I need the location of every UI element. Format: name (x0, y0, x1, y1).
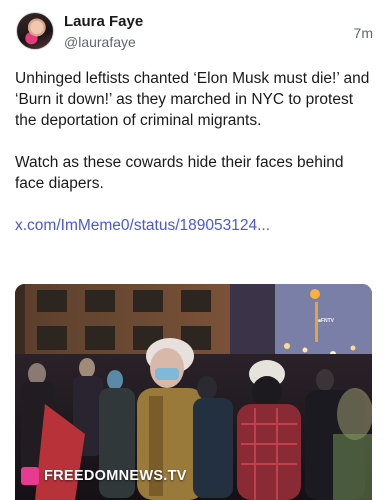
post-header: Laura Faye @laurafaye 7m (16, 12, 373, 56)
post-card: Laura Faye @laurafaye 7m Unhinged leftis… (0, 0, 389, 500)
post-timestamp[interactable]: 7m (354, 25, 373, 41)
post-link[interactable]: x.com/ImMeme0/status/189053124... (15, 215, 377, 236)
watermark-text: FREEDOMNEWS.TV (44, 468, 187, 484)
channel-badge: ■FNTV (317, 318, 334, 324)
author-handle[interactable]: @laurafaye (64, 34, 136, 50)
avatar[interactable] (16, 12, 54, 50)
brand-logo-icon (21, 467, 39, 485)
author-display-name[interactable]: Laura Faye (64, 13, 143, 30)
post-body: Unhinged leftists chanted ‘Elon Musk mus… (15, 68, 377, 236)
post-paragraph: Watch as these cowards hide their faces … (15, 154, 348, 192)
video-thumbnail[interactable]: ■FNTV FREEDOMNEWS.TV (15, 284, 372, 500)
watermark: FREEDOMNEWS.TV (21, 464, 187, 488)
post-paragraph: Unhinged leftists chanted ‘Elon Musk mus… (15, 70, 374, 129)
